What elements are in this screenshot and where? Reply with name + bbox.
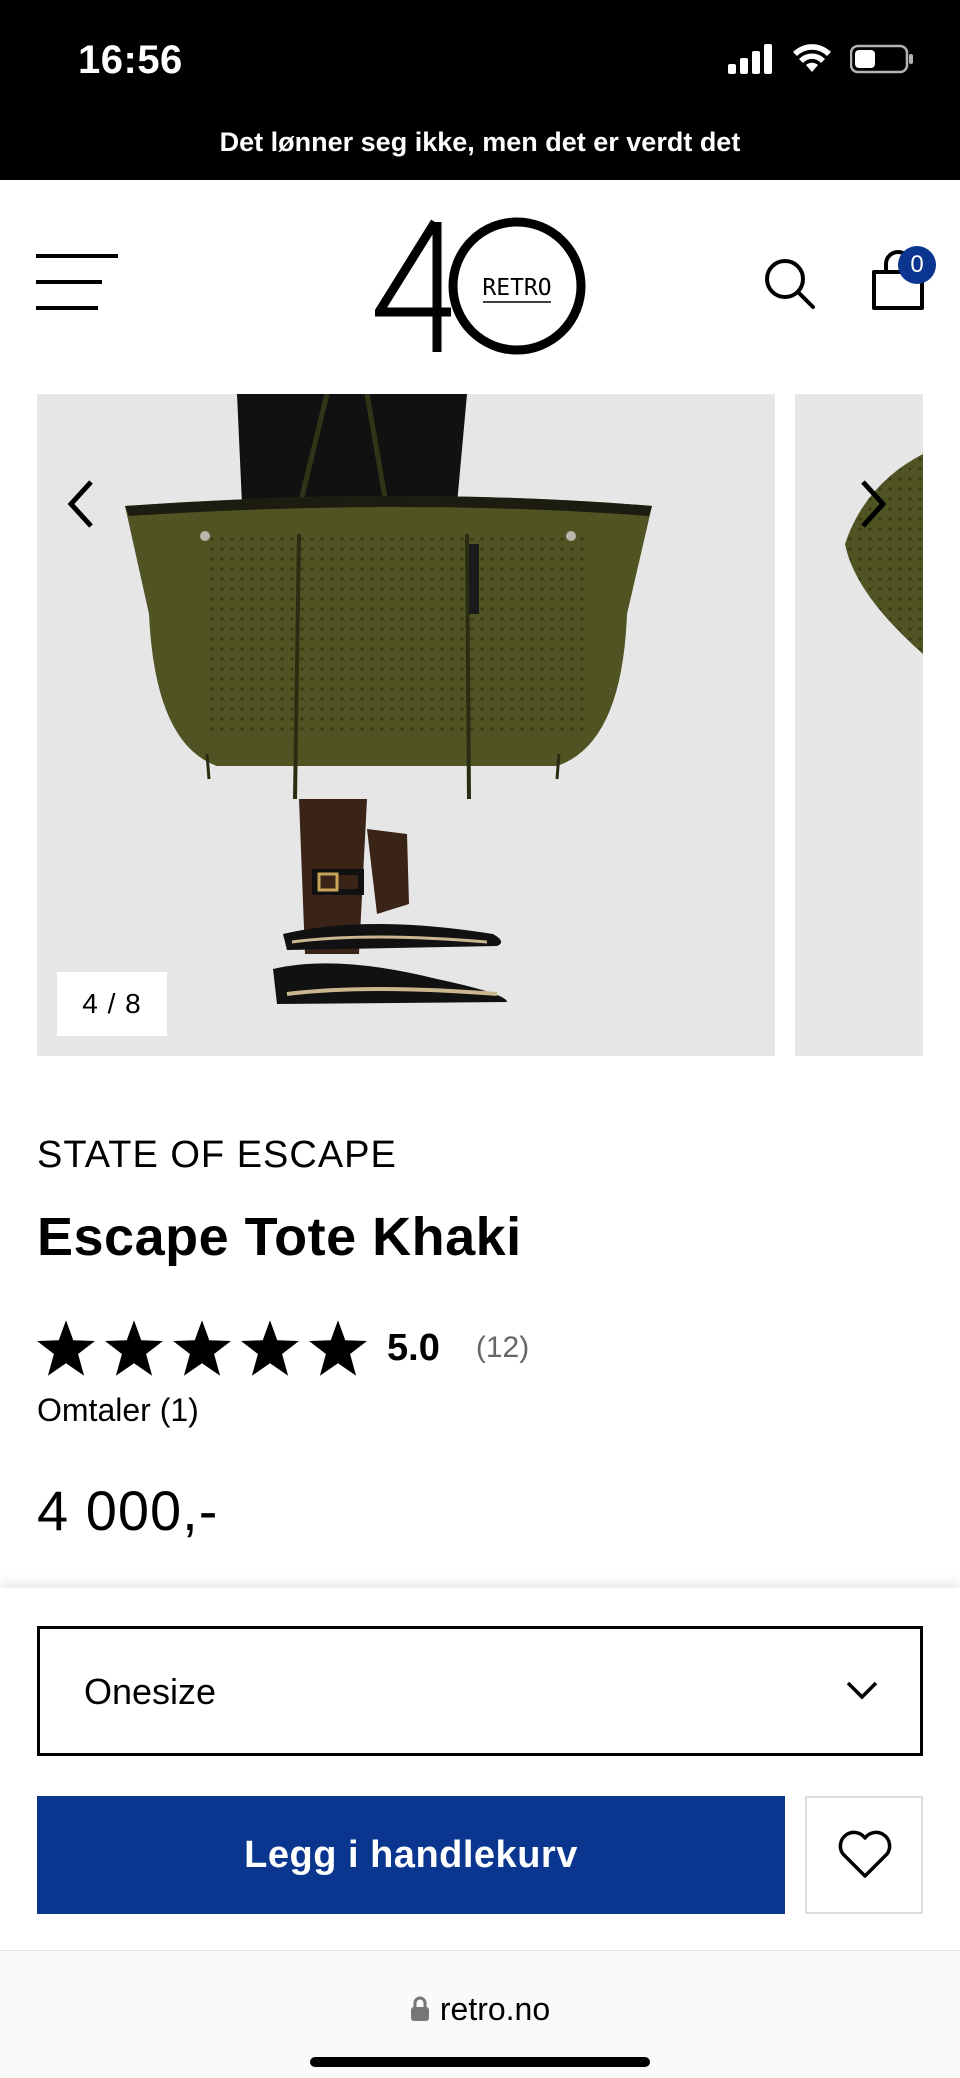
product-image[interactable]: 4 / 8 bbox=[37, 394, 775, 1056]
product-price: 4 000,- bbox=[37, 1479, 219, 1542]
home-indicator[interactable] bbox=[310, 2057, 650, 2067]
logo-text: RETRO bbox=[482, 275, 551, 301]
retro-logo[interactable]: RETRO bbox=[375, 216, 587, 356]
star-icon bbox=[309, 1320, 367, 1376]
rating-count: (12) bbox=[475, 1331, 530, 1364]
cart-count-badge[interactable]: 0 bbox=[898, 246, 936, 284]
chevron-left-icon[interactable] bbox=[57, 474, 107, 534]
status-bar: 16:56 bbox=[0, 0, 960, 122]
wifi-icon bbox=[793, 44, 831, 72]
battery-icon bbox=[850, 44, 913, 74]
image-counter: 4 / 8 bbox=[57, 972, 167, 1036]
product-title: Escape Tote Khaki bbox=[37, 1207, 522, 1267]
chevron-down-icon bbox=[846, 1681, 878, 1700]
product-brand[interactable]: STATE OF ESCAPE bbox=[37, 1134, 397, 1177]
next-product-image[interactable] bbox=[795, 394, 923, 1056]
size-select[interactable]: Onesize bbox=[37, 1626, 923, 1756]
size-selected-value: Onesize bbox=[84, 1671, 217, 1712]
add-to-cart-button[interactable]: Legg i handlekurv bbox=[37, 1796, 785, 1914]
status-icons bbox=[728, 44, 914, 74]
star-icon bbox=[241, 1320, 299, 1376]
signal-icon bbox=[728, 44, 772, 74]
wishlist-button[interactable] bbox=[805, 1796, 923, 1914]
heart-icon bbox=[838, 1830, 892, 1878]
lock-icon bbox=[410, 1996, 429, 2021]
chevron-right-icon[interactable] bbox=[847, 474, 897, 534]
tote-bag-image bbox=[37, 394, 775, 1056]
status-time: 16:56 bbox=[78, 38, 183, 82]
star-icon bbox=[37, 1320, 95, 1376]
url-text: retro.no bbox=[439, 1991, 551, 2027]
star-icon bbox=[173, 1320, 231, 1376]
rating-value: 5.0 bbox=[387, 1326, 440, 1369]
menu-icon[interactable] bbox=[36, 254, 120, 314]
product-rating[interactable]: 5.0 (12) bbox=[37, 1320, 529, 1376]
promo-text: Det lønner seg ikke, men det er verdt de… bbox=[219, 127, 741, 157]
url-display[interactable]: retro.no bbox=[0, 1991, 960, 2028]
search-icon[interactable] bbox=[762, 256, 816, 310]
site-header: RETRO bbox=[0, 180, 960, 394]
rating-stars bbox=[37, 1320, 367, 1376]
product-gallery[interactable]: 4 / 8 bbox=[0, 394, 960, 1056]
browser-url-bar[interactable]: retro.no bbox=[0, 1950, 960, 2078]
reviews-link[interactable]: Omtaler (1) bbox=[37, 1392, 199, 1429]
promo-banner: Det lønner seg ikke, men det er verdt de… bbox=[0, 122, 960, 180]
star-icon bbox=[105, 1320, 163, 1376]
purchase-panel: Onesize Legg i handlekurv bbox=[0, 1588, 960, 1950]
